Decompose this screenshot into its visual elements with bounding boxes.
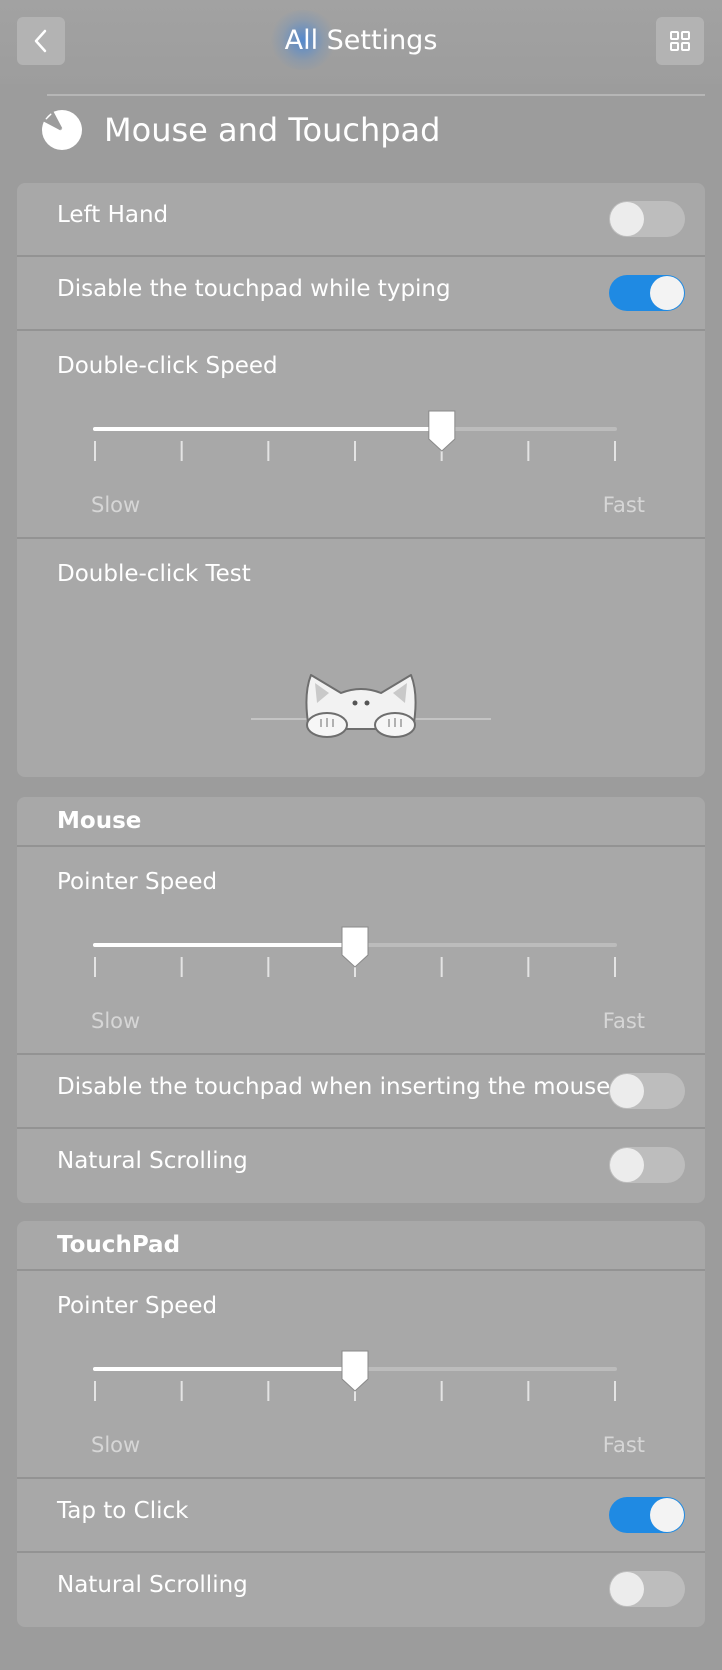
touchpad-section-header: TouchPad — [17, 1221, 705, 1271]
left-hand-toggle[interactable] — [609, 201, 685, 237]
left-hand-label: Left Hand — [57, 202, 169, 228]
double-click-speed-label: Double-click Speed — [57, 353, 278, 379]
touchpad-pointer-speed-slider[interactable]: Slow Fast — [91, 1349, 645, 1457]
toggle-knob — [650, 1498, 684, 1532]
slider-graphic — [93, 410, 617, 461]
double-click-test-row: Double-click Test — [17, 539, 705, 777]
mouse-natural-scrolling-row: Natural Scrolling — [17, 1129, 705, 1203]
double-click-speed-row: Double-click Speed Slow Fast — [17, 331, 705, 539]
mouse-settings-card: Mouse Pointer Speed Slow Fast Disable th… — [17, 797, 705, 1203]
touchpad-settings-card: TouchPad Pointer Speed Slow Fast Tap to … — [17, 1221, 705, 1627]
toggle-knob — [610, 1572, 644, 1606]
slider-handle — [428, 410, 456, 452]
disable-while-typing-toggle[interactable] — [609, 275, 685, 311]
touchpad-natural-scrolling-row: Natural Scrolling — [17, 1553, 705, 1627]
mouse-natural-scrolling-label: Natural Scrolling — [57, 1148, 248, 1174]
slider-max-label: Fast — [602, 1433, 645, 1457]
toggle-knob — [610, 202, 644, 236]
double-click-test-label: Double-click Test — [57, 561, 251, 587]
left-hand-row: Left Hand — [17, 183, 705, 257]
mouse-pointer-speed-label: Pointer Speed — [57, 869, 218, 895]
slider-graphic — [93, 1350, 617, 1401]
window-title: All Settings — [284, 25, 438, 56]
touchpad-section-title: TouchPad — [57, 1232, 181, 1258]
tap-to-click-toggle[interactable] — [609, 1497, 685, 1533]
cat-illustration[interactable] — [249, 669, 493, 743]
slider-max-label: Fast — [602, 1009, 645, 1033]
all-settings-grid-button[interactable] — [656, 17, 704, 65]
slider-min-label: Slow — [91, 493, 141, 517]
toggle-knob — [650, 276, 684, 310]
disable-when-mouse-label: Disable the touchpad when inserting the … — [57, 1074, 611, 1100]
slider-handle — [341, 926, 369, 968]
mouse-natural-scrolling-toggle[interactable] — [609, 1147, 685, 1183]
slider-graphic — [93, 926, 617, 977]
slider-min-label: Slow — [91, 1433, 141, 1457]
page-title: Mouse and Touchpad — [104, 111, 441, 149]
title-bar: All Settings — [0, 0, 722, 84]
touchpad-natural-scrolling-label: Natural Scrolling — [57, 1572, 248, 1598]
mouse-section-title: Mouse — [57, 808, 142, 834]
slider-max-label: Fast — [602, 493, 645, 517]
toggle-knob — [610, 1148, 644, 1182]
disable-when-mouse-row: Disable the touchpad when inserting the … — [17, 1055, 705, 1129]
page-header: Mouse and Touchpad — [40, 100, 440, 160]
toggle-knob — [610, 1074, 644, 1108]
tap-to-click-label: Tap to Click — [57, 1498, 189, 1524]
grid-icon — [670, 31, 690, 51]
touchpad-natural-scrolling-toggle[interactable] — [609, 1571, 685, 1607]
mouse-pointer-speed-slider[interactable]: Slow Fast — [91, 925, 645, 1033]
slider-min-label: Slow — [91, 1009, 141, 1033]
disable-while-typing-label: Disable the touchpad while typing — [57, 276, 451, 302]
mouse-section-header: Mouse — [17, 797, 705, 847]
disable-while-typing-row: Disable the touchpad while typing — [17, 257, 705, 331]
mouse-icon — [42, 110, 82, 150]
disable-when-mouse-toggle[interactable] — [609, 1073, 685, 1109]
slider-handle — [341, 1350, 369, 1392]
divider — [47, 94, 705, 96]
touchpad-pointer-speed-label: Pointer Speed — [57, 1293, 218, 1319]
general-settings-card: Left Hand Disable the touchpad while typ… — [17, 183, 705, 777]
touchpad-pointer-speed-row: Pointer Speed Slow Fast — [17, 1271, 705, 1479]
double-click-speed-slider[interactable]: Slow Fast — [91, 409, 645, 517]
mouse-pointer-speed-row: Pointer Speed Slow Fast — [17, 847, 705, 1055]
tap-to-click-row: Tap to Click — [17, 1479, 705, 1553]
